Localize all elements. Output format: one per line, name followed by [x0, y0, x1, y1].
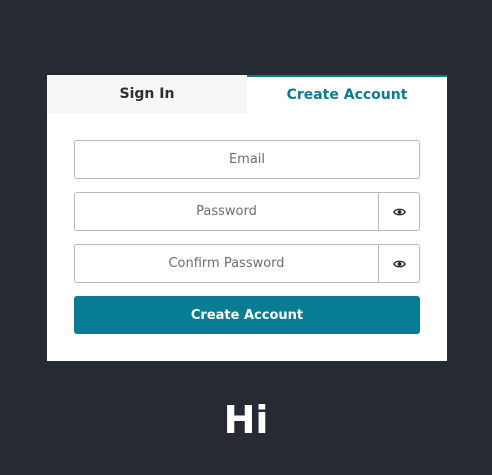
- auth-tabs: Sign In Create Account: [47, 75, 447, 113]
- tab-create-account[interactable]: Create Account: [247, 75, 447, 113]
- confirm-password-field[interactable]: [75, 245, 378, 282]
- auth-card: Sign In Create Account Email Create Acco…: [47, 75, 447, 361]
- confirm-password-field-wrapper: [74, 244, 420, 283]
- password-field[interactable]: [75, 193, 378, 230]
- greeting-text: Hi: [223, 398, 269, 442]
- create-account-button[interactable]: Create Account: [74, 296, 420, 334]
- eye-icon: [392, 202, 406, 221]
- email-field[interactable]: [75, 141, 419, 178]
- email-field-wrapper: [74, 140, 420, 179]
- show-confirm-password-button[interactable]: [378, 245, 419, 282]
- eye-icon: [392, 254, 406, 273]
- create-account-form: Create Account: [74, 140, 420, 334]
- tab-sign-in[interactable]: Sign In: [47, 75, 247, 113]
- show-password-button[interactable]: [378, 193, 419, 230]
- password-field-wrapper: [74, 192, 420, 231]
